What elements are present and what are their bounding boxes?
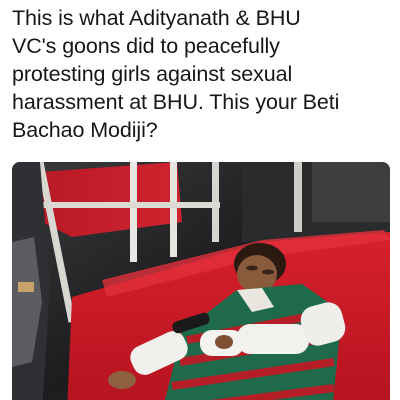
photo-hospital-scene [12,162,390,400]
tweet-text: This is what Adityanath & BHU VC's goons… [12,6,340,142]
tweet-photo[interactable] [12,162,390,400]
tweet-card: This is what Adityanath & BHU VC's goons… [0,0,400,400]
